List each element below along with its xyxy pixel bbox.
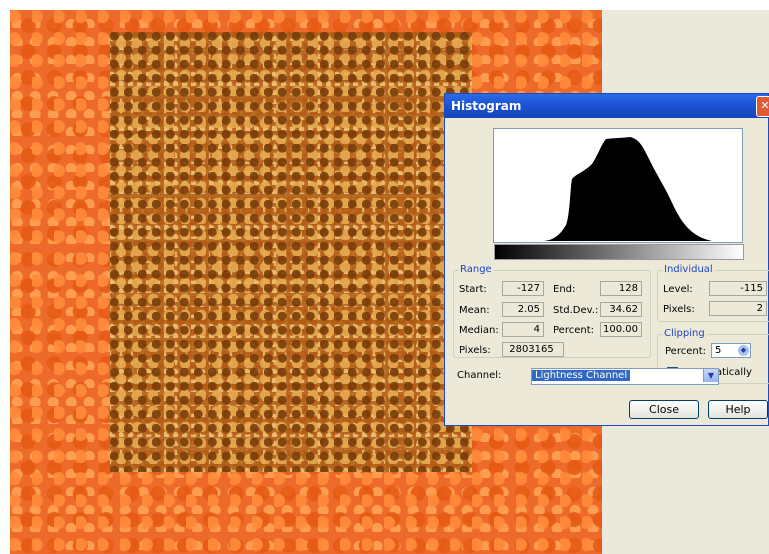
level-label: Level:: [663, 284, 693, 295]
percent-label: Percent:: [553, 325, 594, 336]
luminance-gradient: [494, 244, 744, 260]
close-icon[interactable]: ✕: [756, 96, 769, 117]
level-value: -115: [709, 281, 767, 296]
channel-selected-value: Lightness Channel: [532, 370, 631, 381]
pixels-label: Pixels:: [459, 345, 491, 356]
stddev-label: Std.Dev.:: [553, 305, 599, 316]
help-button[interactable]: Help: [708, 400, 768, 419]
individual-pixels-label: Pixels:: [663, 304, 695, 315]
histogram-curve: [544, 137, 712, 241]
start-label: Start:: [459, 284, 487, 295]
channel-label: Channel:: [457, 370, 502, 381]
histogram-dialog: Histogram ✕ Range Start: -127 End: 128 M…: [444, 93, 769, 426]
mean-label: Mean:: [459, 305, 490, 316]
end-label: End:: [553, 284, 576, 295]
range-legend: Range: [458, 264, 494, 275]
clipping-legend: Clipping: [662, 328, 707, 339]
clipping-percent-label: Percent:: [665, 346, 706, 357]
mean-value: 2.05: [502, 302, 544, 317]
individual-pixels-value: 2: [709, 301, 767, 316]
percent-value: 100.00: [600, 322, 642, 337]
start-value: -127: [502, 281, 544, 296]
close-button[interactable]: Close: [629, 400, 699, 419]
stddev-value: 34.62: [600, 302, 642, 317]
image-selection-region: [110, 32, 472, 472]
individual-legend: Individual: [662, 264, 715, 275]
pixels-value: 2803165: [502, 342, 564, 357]
median-value: 4: [502, 322, 544, 337]
clipping-percent-value: 5: [715, 345, 722, 356]
clipping-percent-input[interactable]: 5 ◆: [711, 343, 751, 358]
channel-select[interactable]: Lightness Channel ▼: [531, 368, 719, 385]
histogram-graph: [493, 128, 743, 243]
dialog-titlebar[interactable]: Histogram ✕: [445, 94, 769, 118]
median-label: Median:: [459, 325, 499, 336]
chevron-down-icon[interactable]: ▼: [703, 369, 718, 382]
dialog-title: Histogram: [451, 99, 522, 113]
end-value: 128: [600, 281, 642, 296]
spin-icon[interactable]: ◆: [738, 345, 749, 356]
